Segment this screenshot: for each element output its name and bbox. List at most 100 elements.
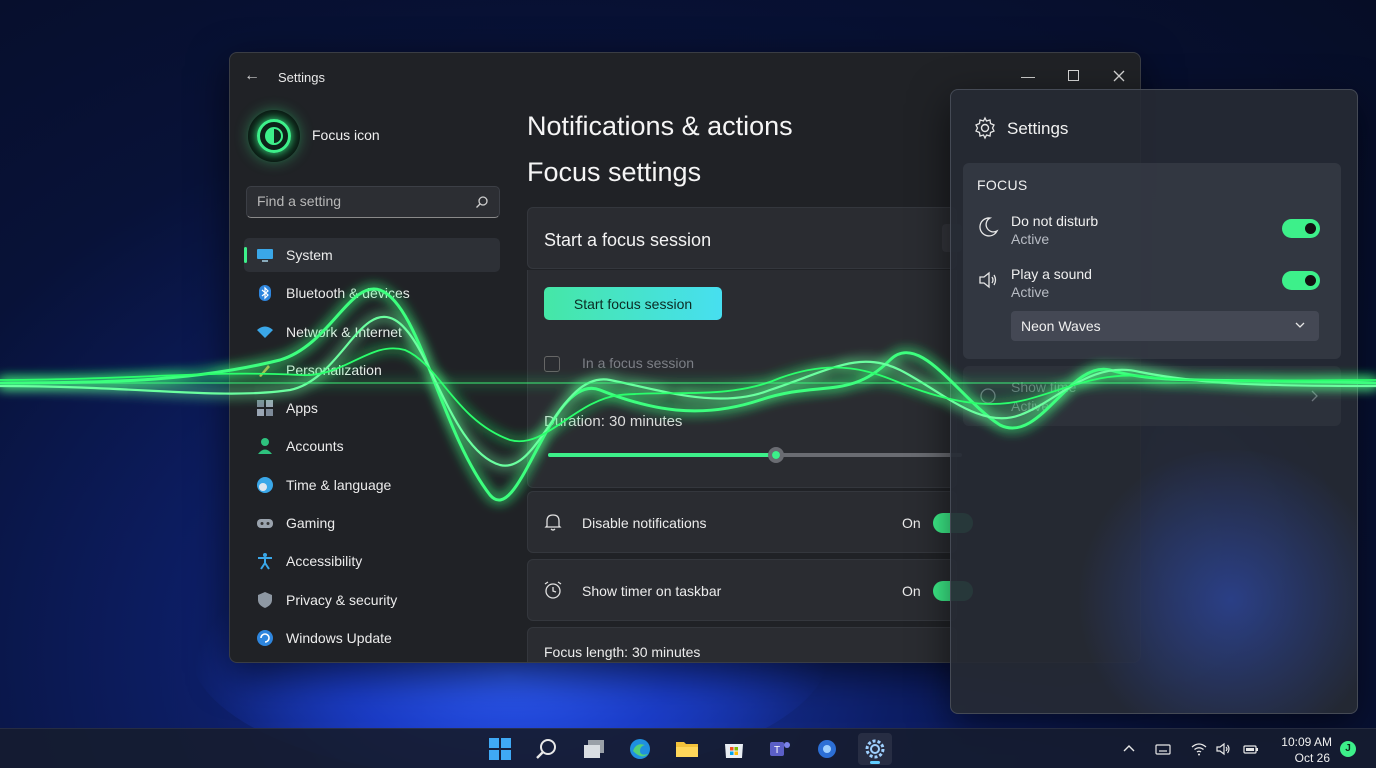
person-icon <box>258 438 272 455</box>
focus-session-card-header[interactable]: Start a focus session <box>527 207 962 269</box>
show-timer-row[interactable]: Show timer on taskbar On <box>527 559 973 621</box>
focus-session-checkbox-label: In a focus session <box>582 355 695 371</box>
notification-badge[interactable]: J <box>1340 741 1356 757</box>
sidebar-item-gaming[interactable]: Gaming <box>244 506 500 540</box>
profile-name: Focus icon <box>312 127 380 143</box>
globe-clock-icon <box>257 476 273 493</box>
teams-icon[interactable]: T <box>768 737 792 761</box>
sidebar-item-bluetooth[interactable]: Bluetooth & devices <box>244 276 500 310</box>
brush-icon <box>259 364 270 377</box>
window-title: Settings <box>278 70 325 85</box>
show-time-status: Active <box>1011 398 1050 414</box>
sidebar-item-network[interactable]: Network & Internet <box>244 315 500 349</box>
sidebar-item-accounts[interactable]: Accounts <box>244 429 500 463</box>
battery-icon[interactable] <box>1243 741 1259 757</box>
shield-icon <box>258 591 272 608</box>
sidebar-item-label: Privacy & security <box>286 591 398 608</box>
search-icon[interactable] <box>535 737 559 761</box>
wifi-icon[interactable] <box>1191 741 1207 757</box>
store-icon[interactable] <box>722 737 746 761</box>
focus-avatar-icon <box>248 110 300 162</box>
disable-notifications-label: Disable notifications <box>582 515 707 531</box>
gamepad-icon <box>257 519 273 529</box>
moon-icon <box>979 217 999 237</box>
task-view-icon[interactable] <box>582 737 606 761</box>
play-sound-title: Play a sound <box>1011 266 1092 282</box>
close-button[interactable] <box>1099 61 1139 91</box>
profile-card[interactable]: Focus icon <box>248 107 508 167</box>
sidebar-item-label: Apps <box>286 400 318 417</box>
sidebar-item-windows-update[interactable]: Windows Update <box>244 621 500 655</box>
focus-length-row[interactable]: Focus length: 30 minutes <box>527 627 957 662</box>
chevron-up-icon[interactable] <box>1121 741 1137 757</box>
do-not-disturb-toggle[interactable] <box>1282 219 1320 238</box>
play-sound-status: Active <box>1011 284 1050 300</box>
sidebar-item-label: Accounts <box>286 438 344 455</box>
settings-gear-icon[interactable] <box>863 737 887 761</box>
back-arrow-icon[interactable]: ← <box>244 67 260 85</box>
minimize-button[interactable]: — <box>1008 61 1048 91</box>
search-input[interactable] <box>257 193 467 209</box>
focus-session-checkbox[interactable] <box>544 356 560 372</box>
sidebar-item-label: Windows Update <box>286 629 392 646</box>
sidebar-item-apps[interactable]: Apps <box>244 391 500 425</box>
search-box[interactable] <box>246 186 500 218</box>
monitor-icon <box>257 249 273 262</box>
start-focus-session-button[interactable]: Start focus session <box>544 287 722 320</box>
page-subtitle: Focus settings <box>527 157 702 187</box>
clock-time[interactable]: 10:09 AM <box>1276 735 1332 749</box>
wifi-icon <box>257 326 273 338</box>
disable-notifications-row[interactable]: Disable notifications On <box>527 491 973 553</box>
sidebar-item-accessibility[interactable]: Accessibility <box>244 544 500 578</box>
maximize-button[interactable] <box>1053 61 1093 91</box>
alarm-clock-icon <box>544 581 562 599</box>
show-time-title: Show time <box>1011 379 1077 395</box>
search-icon[interactable] <box>475 195 489 209</box>
disable-notifications-state: On <box>902 515 921 531</box>
duration-slider-thumb[interactable] <box>767 447 784 463</box>
clock-date[interactable]: Oct 26 <box>1276 751 1330 765</box>
sidebar-item-time-language[interactable]: Time & language <box>244 468 500 502</box>
focus-section-label: FOCUS <box>977 177 1028 193</box>
play-sound-toggle[interactable] <box>1282 271 1320 290</box>
start-icon[interactable] <box>488 737 512 761</box>
sidebar-item-personalization[interactable]: Personalization <box>244 353 500 387</box>
file-explorer-icon[interactable] <box>675 737 699 761</box>
duration-slider-fill <box>548 453 776 457</box>
sound-select[interactable]: Neon Waves <box>1011 311 1319 341</box>
panel-background-glow <box>1071 450 1357 713</box>
sidebar-item-label: Personalization <box>286 361 382 378</box>
panel-title: Settings <box>1007 119 1069 138</box>
gear-icon <box>975 116 995 140</box>
sound-select-value: Neon Waves <box>1021 318 1101 334</box>
sidebar-nav: System Bluetooth & devices Network & Int… <box>244 238 500 659</box>
show-timer-label: Show timer on taskbar <box>582 583 722 599</box>
copilot-icon[interactable] <box>815 737 839 761</box>
do-not-disturb-status: Active <box>1011 231 1050 247</box>
svg-text:T: T <box>774 745 780 756</box>
bell-icon <box>544 514 562 531</box>
show-time-row[interactable]: Show time Active <box>963 366 1341 426</box>
taskbar: T 10:09 AM Oct 26 J <box>0 728 1376 768</box>
bluetooth-icon <box>259 285 271 302</box>
sidebar-item-system[interactable]: System <box>244 238 500 272</box>
duration-slider[interactable] <box>548 447 962 463</box>
timer-icon <box>980 388 996 404</box>
duration-label: Duration: 30 minutes <box>544 413 683 430</box>
sidebar-item-label: Time & language <box>286 476 392 493</box>
sidebar-item-label: Accessibility <box>286 553 363 570</box>
do-not-disturb-title: Do not disturb <box>1011 213 1099 229</box>
apps-icon <box>257 400 273 417</box>
speaker-icon <box>979 271 997 289</box>
update-icon <box>257 629 273 646</box>
page-title: Notifications & actions <box>527 111 793 141</box>
sidebar-item-privacy[interactable]: Privacy & security <box>244 583 500 617</box>
sidebar-item-label: Network & Internet <box>286 323 402 340</box>
volume-icon[interactable] <box>1215 741 1231 757</box>
accessibility-icon <box>258 553 272 570</box>
keyboard-icon[interactable] <box>1155 741 1171 757</box>
focus-session-card-body: Start focus session In a focus session D… <box>527 270 962 488</box>
focus-flyout-panel: Settings FOCUS Do not disturb Active Pla… <box>950 89 1358 714</box>
edge-icon[interactable] <box>628 737 652 761</box>
focus-length-label: Focus length: 30 minutes <box>544 644 701 660</box>
